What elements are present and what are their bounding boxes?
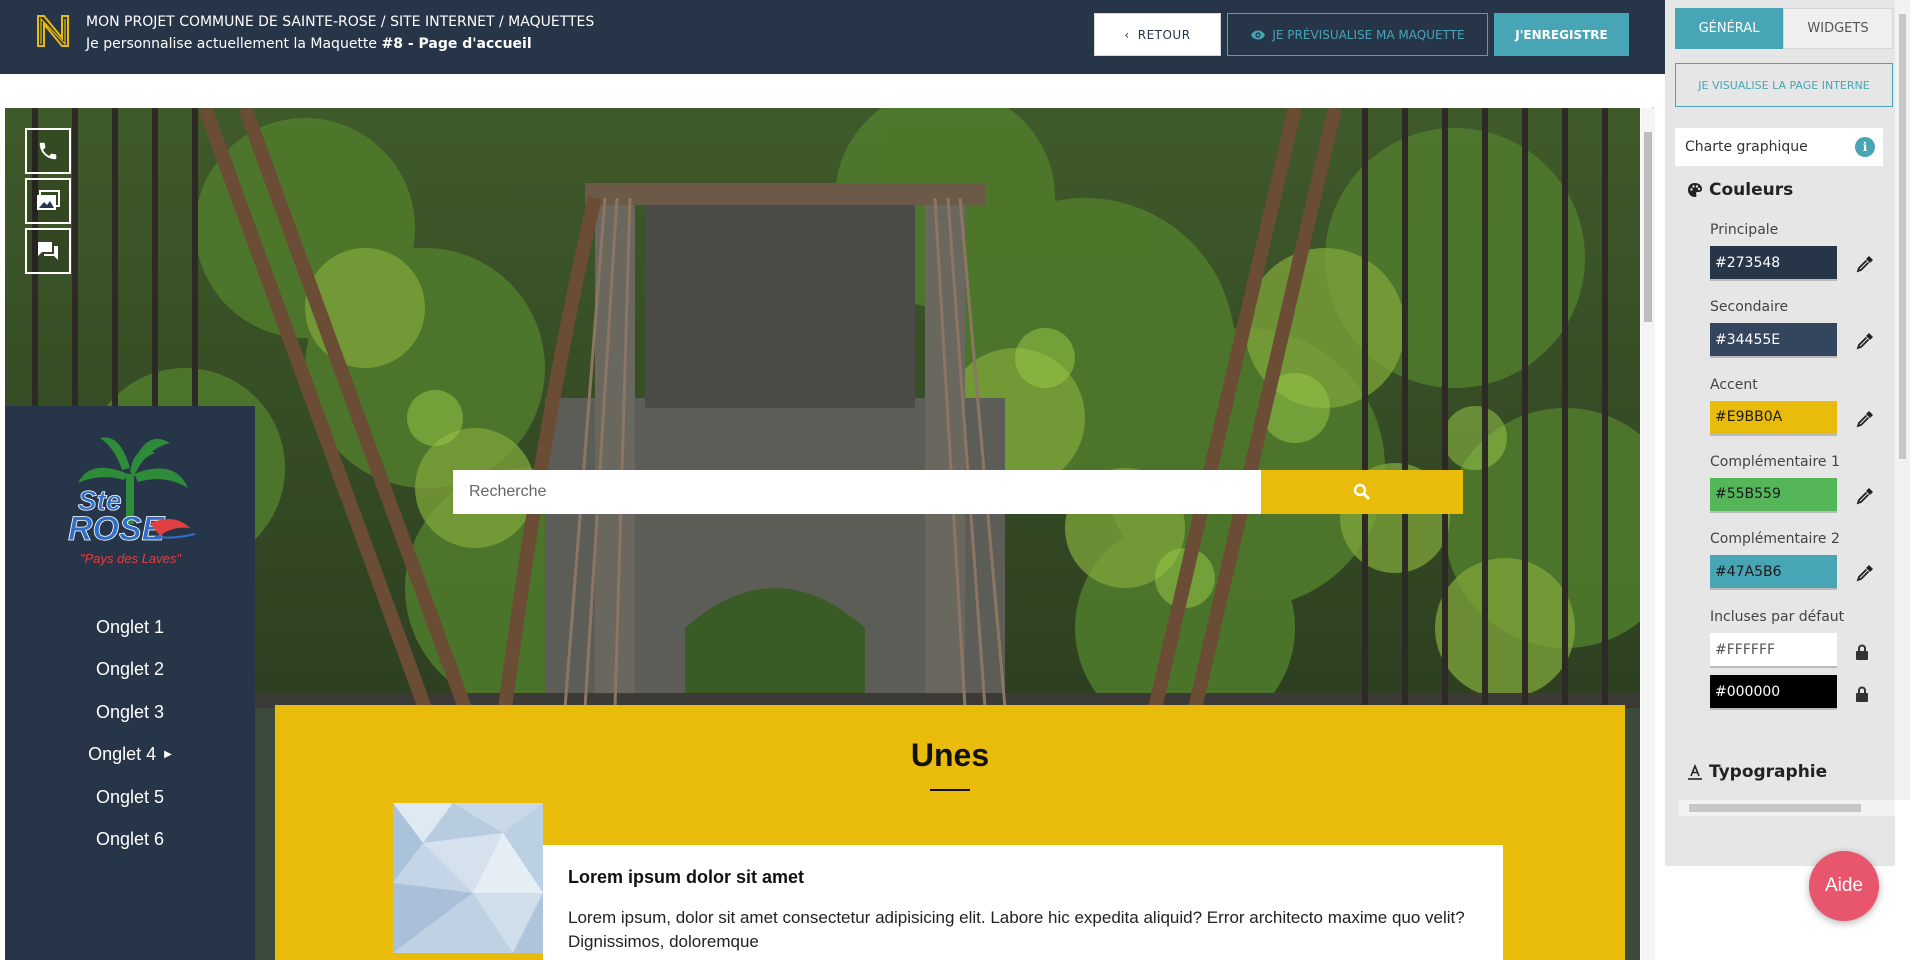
eyedropper-icon[interactable] <box>1855 254 1875 274</box>
panel-horizontal-scrollbar[interactable] <box>1679 800 1895 816</box>
caret-right-icon: ▶ <box>164 749 172 761</box>
card-text: Lorem ipsum, dolor sit amet consectetur … <box>568 908 1465 951</box>
help-button[interactable]: Aide <box>1809 851 1879 921</box>
unes-title: Unes <box>910 737 990 773</box>
scrollbar-thumb[interactable] <box>1689 804 1861 812</box>
lock-icon <box>1856 686 1868 702</box>
sainte-rose-logo-icon: Ste ROSE "Pays des Laves" <box>68 437 196 566</box>
subtitle-prefix: Je personnalise actuellement la Maquette <box>86 36 382 52</box>
back-button-label: RETOUR <box>1137 27 1191 42</box>
low-poly-image <box>393 803 543 953</box>
color-swatch-input[interactable]: #55B559 <box>1710 477 1837 513</box>
preview-button[interactable]: JE PRÉVISUALISE MA MAQUETTE <box>1227 13 1488 56</box>
eyedropper-icon[interactable] <box>1855 331 1875 351</box>
quick-access-icons <box>25 128 71 278</box>
card-thumbnail[interactable] <box>393 803 543 953</box>
news-card[interactable]: Lorem ipsum dolor sit amet Lorem ipsum, … <box>543 845 1503 960</box>
panel-content: GÉNÉRAL WIDGETS JE VISUALISE LA PAGE INTE… <box>1665 0 1895 866</box>
phone-icon[interactable] <box>25 128 71 174</box>
preview-button-label: JE PRÉVISUALISE MA MAQUETTE <box>1272 27 1465 42</box>
editing-subtitle: Je personnalise actuellement la Maquette… <box>86 33 594 55</box>
typography-title-label: Typographie <box>1709 762 1828 782</box>
top-header: MON PROJET COMMUNE DE SAINTE-ROSE / SITE… <box>0 0 1665 74</box>
site-nav-label: Onglet 2 <box>95 659 165 680</box>
site-nav: Onglet 1 Onglet 2 Onglet 3 Onglet 4 ▶ Onglet … <box>5 606 255 861</box>
charte-label: Charte graphique <box>1685 139 1808 155</box>
color-label: Principale <box>1710 222 1779 238</box>
site-sidebar: Ste ROSE "Pays des Laves" Onglet 1 Onglet… <box>5 406 255 960</box>
search-button[interactable] <box>1261 470 1463 514</box>
site-nav-label: Onglet 1 <box>95 616 165 637</box>
unes-section: Unes Lorem ipsum dolor sit amet Lorem ip… <box>275 705 1625 960</box>
site-nav-item[interactable]: Onglet 4 ▶ <box>5 734 255 777</box>
breadcrumb-path: MON PROJET COMMUNE DE SAINTE-ROSE / SITE… <box>86 14 595 30</box>
settings-panel: GÉNÉRAL WIDGETS JE VISUALISE LA PAGE INTE… <box>1665 0 1920 960</box>
search-bar <box>453 470 1463 514</box>
color-label: Complémentaire 1 <box>1710 453 1840 470</box>
site-nav-label: Onglet 3 <box>95 701 165 722</box>
card-title: Lorem ipsum dolor sit amet <box>568 867 805 887</box>
eyedropper-icon[interactable] <box>1855 563 1875 583</box>
typography-section-title[interactable]: Typographie <box>1687 762 1827 782</box>
color-swatch-input[interactable]: #E9BB0A <box>1710 400 1837 436</box>
internal-page-button[interactable]: JE VISUALISE LA PAGE INTERNE <box>1675 63 1893 107</box>
colors-title-label: Couleurs <box>1709 180 1794 200</box>
logo-tagline: "Pays des Laves" <box>80 551 182 566</box>
breadcrumb: MON PROJET COMMUNE DE SAINTE-ROSE / SITE… <box>86 11 594 55</box>
site-preview: Ste ROSE "Pays des Laves" Onglet 1 Onglet… <box>5 108 1640 960</box>
default-color-black: #000000 <box>1710 675 1837 710</box>
defaults-label: Incluses par défaut <box>1710 609 1845 625</box>
site-nav-item[interactable]: Onglet 1 <box>5 606 255 649</box>
panel-tabs: GÉNÉRAL WIDGETS <box>1675 8 1893 49</box>
app-logo-icon <box>37 15 69 47</box>
eyedropper-icon[interactable] <box>1855 486 1875 506</box>
lock-icon <box>1856 644 1868 660</box>
gallery-icon[interactable] <box>25 178 71 224</box>
site-nav-item[interactable]: Onglet 5 <box>5 776 255 819</box>
back-button[interactable]: ‹ RETOUR <box>1094 13 1221 56</box>
site-nav-item[interactable]: Onglet 3 <box>5 691 255 734</box>
eye-icon <box>1251 30 1266 39</box>
panel-vertical-scrollbar[interactable] <box>1895 0 1910 800</box>
tab-general[interactable]: GÉNÉRAL <box>1675 8 1783 49</box>
search-icon <box>1353 483 1370 500</box>
color-swatch-input[interactable]: #47A5B6 <box>1710 555 1837 591</box>
title-divider <box>930 789 970 791</box>
maquette-name: #8 - Page d'accueil <box>381 36 532 52</box>
site-nav-label: Onglet 4 <box>88 744 157 765</box>
info-icon[interactable]: i <box>1855 137 1875 157</box>
color-label: Accent <box>1710 376 1758 393</box>
site-nav-label: Onglet 5 <box>95 786 165 807</box>
site-nav-item[interactable]: Onglet 6 <box>5 819 255 862</box>
scrollbar-thumb[interactable] <box>1644 132 1652 322</box>
colors-section-title[interactable]: Couleurs <box>1687 180 1793 200</box>
default-color-white: #FFFFFF <box>1710 633 1837 668</box>
palette-icon <box>1688 183 1702 197</box>
color-swatch-input[interactable]: #34455E <box>1710 323 1837 359</box>
site-logo[interactable]: Ste ROSE "Pays des Laves" <box>60 428 200 578</box>
scrollbar-thumb[interactable] <box>1899 14 1906 459</box>
color-swatch-input[interactable]: #273548 <box>1710 246 1837 281</box>
chat-icon[interactable] <box>25 228 71 274</box>
app-root: MON PROJET COMMUNE DE SAINTE-ROSE / SITE… <box>0 0 1920 960</box>
site-nav-item[interactable]: Onglet 2 <box>5 649 255 692</box>
logo-text-rose: ROSE <box>68 510 166 548</box>
color-label: Secondaire <box>1710 299 1789 316</box>
preview-scrollbar[interactable] <box>1641 108 1655 960</box>
eyedropper-icon[interactable] <box>1855 409 1875 429</box>
save-button[interactable]: J'ENREGISTRE <box>1494 13 1629 56</box>
text-format-icon <box>1688 764 1702 780</box>
chevron-left-icon: ‹ <box>1124 27 1130 42</box>
charte-graphique-header[interactable]: Charte graphique i <box>1675 128 1883 166</box>
tab-widgets[interactable]: WIDGETS <box>1783 8 1893 49</box>
search-input[interactable] <box>453 470 1261 514</box>
site-nav-label: Onglet 6 <box>95 829 165 850</box>
color-label: Complémentaire 2 <box>1710 531 1840 548</box>
